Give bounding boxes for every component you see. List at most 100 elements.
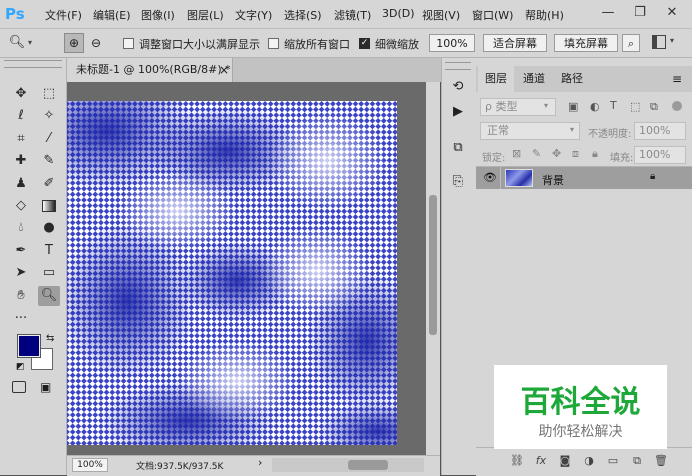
gradient-tool-icon[interactable]	[38, 196, 60, 216]
filter-smart-object-icon[interactable]: ⧉	[650, 100, 658, 114]
layer-style-fx-icon[interactable]: fx	[532, 453, 550, 469]
scrubby-zoom-checkbox[interactable]: ✓	[359, 38, 370, 49]
dodge-tool-icon[interactable]: ●	[38, 218, 60, 238]
new-adjustment-layer-icon[interactable]: ◑	[580, 453, 598, 469]
blur-tool-icon[interactable]: 💧︎	[10, 218, 32, 238]
delete-layer-icon[interactable]: 🗑︎	[652, 453, 670, 469]
tools-panel-grip[interactable]	[4, 60, 62, 68]
vertical-scrollbar-thumb[interactable]	[429, 195, 437, 335]
lock-all-icon[interactable]: 🔒︎	[592, 147, 598, 161]
zoom-tool-preset-icon[interactable]: 🔍︎	[6, 33, 28, 53]
zoom-all-windows-checkbox[interactable]	[268, 38, 279, 49]
new-group-icon[interactable]: ▭	[604, 453, 622, 469]
zoom-in-icon[interactable]: ⊕	[64, 33, 84, 53]
fit-screen-button[interactable]: 适合屏幕	[483, 34, 547, 52]
link-layers-icon[interactable]: ⛓	[508, 453, 526, 469]
menu-layer[interactable]: 图层(L)	[187, 7, 224, 23]
layer-row-divider	[500, 167, 501, 189]
lasso-tool-icon[interactable]: ℓ	[10, 106, 32, 126]
eyedropper-tool-icon[interactable]: ⁄	[38, 129, 60, 149]
lock-transparency-icon[interactable]: ⊠	[512, 147, 521, 160]
more-tools-icon[interactable]: ···	[10, 309, 32, 329]
menu-image[interactable]: 图像(I)	[141, 7, 175, 23]
menu-3d[interactable]: 3D(D)	[382, 7, 415, 20]
fill-field[interactable]: 100%	[634, 146, 686, 164]
brush-tool-icon[interactable]: ✎	[38, 151, 60, 171]
filter-shape-icon[interactable]: ⬚	[630, 100, 640, 113]
watermark-subtitle: 助你轻松解决	[538, 424, 623, 440]
3d-panel-icon[interactable]: ⧉	[447, 137, 469, 159]
eraser-tool-icon[interactable]: ◇	[10, 196, 32, 216]
layer-thumbnail[interactable]	[505, 169, 533, 187]
menu-window[interactable]: 窗口(W)	[472, 7, 513, 23]
hand-tool-icon[interactable]: ✋︎	[10, 286, 32, 306]
pen-tool-icon[interactable]: ✒	[10, 241, 32, 261]
default-colors-icon[interactable]: ◩	[16, 362, 25, 372]
status-menu-arrow-icon[interactable]: ›	[258, 456, 262, 469]
filter-type-icon[interactable]: T	[610, 99, 617, 112]
foreground-color-swatch[interactable]	[17, 334, 41, 358]
add-mask-icon[interactable]: ◙	[556, 453, 574, 469]
filter-toggle-icon[interactable]	[672, 101, 682, 111]
opacity-field[interactable]: 100%	[634, 122, 686, 140]
screen-mode-icon[interactable]: ▣	[40, 380, 51, 394]
history-brush-tool-icon[interactable]: ✐	[38, 174, 60, 194]
path-selection-tool-icon[interactable]: ➤	[10, 263, 32, 283]
lock-artboard-icon[interactable]: ⧈	[572, 147, 579, 161]
menu-type[interactable]: 文字(Y)	[235, 7, 272, 23]
image-canvas[interactable]	[67, 101, 397, 445]
marquee-tool-icon[interactable]: ⬚	[38, 84, 60, 104]
menu-edit[interactable]: 编辑(E)	[93, 7, 131, 23]
search-icon[interactable]: ⌕	[622, 34, 640, 52]
rectangle-tool-icon[interactable]: ▭	[38, 263, 60, 283]
menu-file[interactable]: 文件(F)	[45, 7, 82, 23]
lock-position-icon[interactable]: ✥	[552, 147, 561, 160]
zoom-out-icon[interactable]: ⊖	[86, 33, 106, 53]
quick-mask-icon[interactable]	[12, 381, 26, 393]
document-tab[interactable]: 未标题-1 @ 100%(RGB/8#) *	[67, 58, 233, 82]
layer-name[interactable]: 背景	[542, 172, 564, 188]
visibility-eye-icon[interactable]: 👁︎	[483, 171, 497, 184]
resize-windows-checkbox[interactable]	[123, 38, 134, 49]
close-document-icon[interactable]: ×	[219, 63, 229, 77]
zoom-tool-icon[interactable]: 🔍︎	[38, 286, 60, 306]
status-zoom-field[interactable]: 100%	[72, 458, 108, 472]
tab-channels[interactable]: 通道	[516, 66, 552, 92]
horizontal-scrollbar-thumb[interactable]	[348, 460, 388, 470]
document-size-info[interactable]: 文档:937.5K/937.5K	[136, 459, 223, 472]
zoom-value-field[interactable]: 100%	[429, 34, 475, 52]
filter-chevron-icon[interactable]: ▾	[544, 101, 548, 110]
tab-paths[interactable]: 路径	[554, 66, 590, 92]
tab-layers[interactable]: 图层	[478, 66, 514, 92]
healing-brush-tool-icon[interactable]: ✚	[10, 151, 32, 171]
minimize-button[interactable]: —	[598, 4, 618, 22]
blend-chevron-icon[interactable]: ▾	[570, 125, 574, 134]
properties-panel-icon[interactable]: ⎘	[447, 171, 469, 193]
swap-colors-icon[interactable]: ⇆	[46, 333, 54, 344]
menu-filter[interactable]: 滤镜(T)	[334, 7, 371, 23]
new-layer-icon[interactable]: ⧉	[628, 453, 646, 469]
menu-select[interactable]: 选择(S)	[284, 7, 322, 23]
type-tool-icon[interactable]: T	[38, 241, 60, 261]
menu-view[interactable]: 视图(V)	[422, 7, 460, 23]
close-window-button[interactable]: ✕	[662, 4, 682, 22]
actions-panel-icon[interactable]: ▶	[447, 101, 469, 123]
filter-pixel-icon[interactable]: ▣	[568, 100, 578, 113]
restore-button[interactable]: ❐	[630, 4, 650, 22]
magic-wand-tool-icon[interactable]: ✧	[38, 106, 60, 126]
panel-menu-icon[interactable]: ≡	[672, 72, 682, 86]
filter-adjustment-icon[interactable]: ◐	[590, 100, 600, 113]
workspace-icon[interactable]	[652, 35, 666, 49]
layer-filter-label: ρ 类型	[485, 100, 518, 113]
history-panel-icon[interactable]: ⟲	[447, 76, 469, 98]
crop-tool-icon[interactable]: ⌗	[10, 129, 32, 149]
fill-screen-button[interactable]: 填充屏幕	[554, 34, 618, 52]
dock-grip[interactable]	[445, 62, 471, 70]
menu-help[interactable]: 帮助(H)	[525, 7, 564, 23]
lock-pixels-icon[interactable]: ✎	[532, 147, 541, 160]
clone-stamp-tool-icon[interactable]: ♟	[10, 174, 32, 194]
chevron-down-icon[interactable]: ▾	[28, 38, 32, 47]
workspace-chevron-icon[interactable]: ▾	[670, 36, 674, 45]
move-tool-icon[interactable]: ✥	[10, 84, 32, 104]
blend-mode-dropdown[interactable]: 正常	[480, 122, 580, 140]
